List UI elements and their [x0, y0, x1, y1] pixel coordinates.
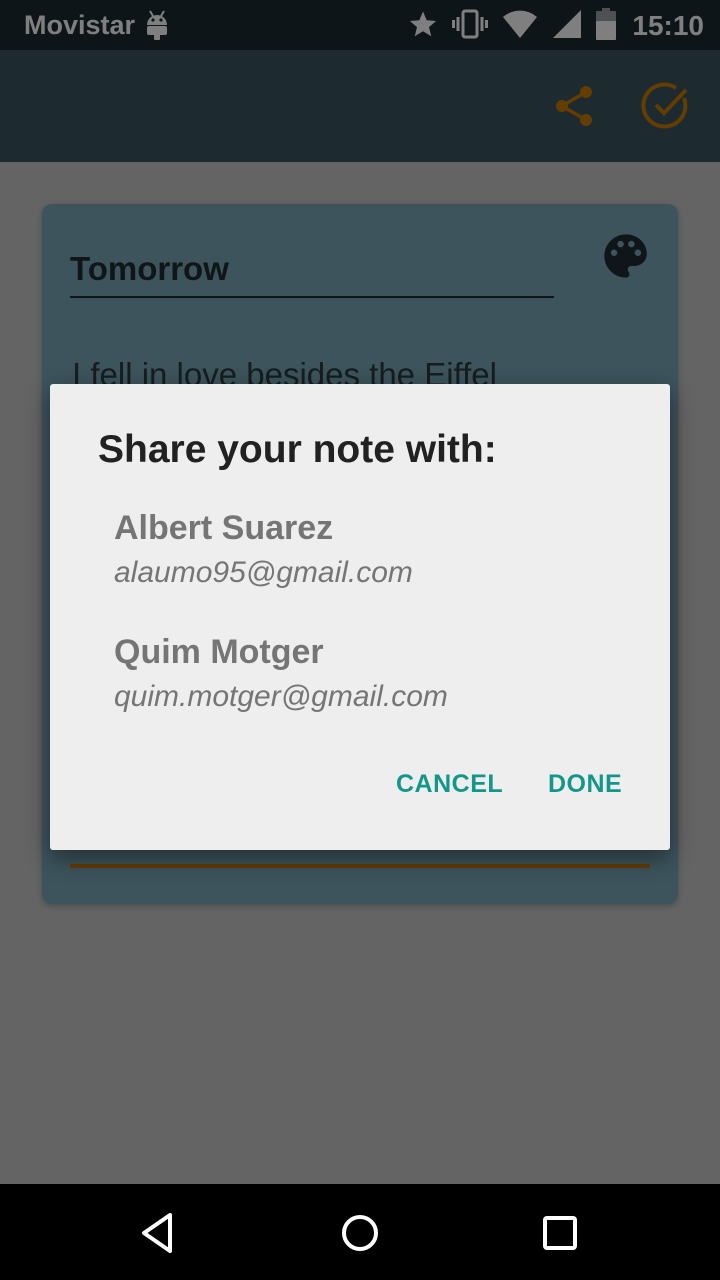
contact-email: quim.motger@gmail.com [114, 680, 448, 713]
home-icon[interactable] [335, 1208, 385, 1258]
contact-item[interactable]: Albert Suarez alaumo95@gmail.com [114, 506, 634, 596]
contact-item[interactable]: Quim Motger quim.motger@gmail.com [114, 630, 634, 720]
contact-name: Quim Motger [114, 633, 324, 671]
screen: Movistar [0, 0, 720, 1280]
recents-icon[interactable] [535, 1208, 585, 1258]
share-dialog: Share your note with: Albert Suarez alau… [50, 384, 670, 850]
nav-bar [0, 1184, 720, 1280]
cancel-button[interactable]: CANCEL [396, 770, 503, 799]
contact-name: Albert Suarez [114, 509, 334, 547]
contact-email: alaumo95@gmail.com [114, 556, 413, 589]
done-button[interactable]: DONE [548, 770, 622, 799]
dialog-title: Share your note with: [98, 428, 497, 471]
back-icon[interactable] [134, 1208, 184, 1258]
